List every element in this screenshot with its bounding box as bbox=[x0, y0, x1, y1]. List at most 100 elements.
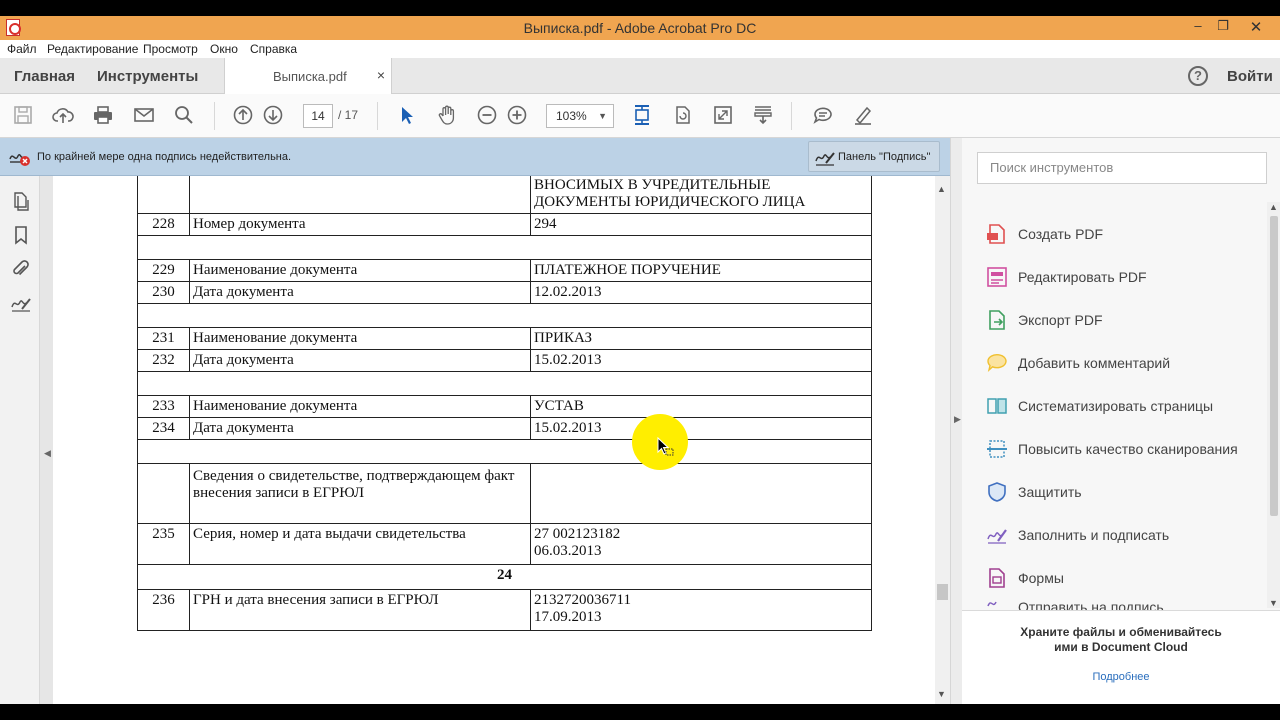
tool-add-comment[interactable]: Добавить комментарий bbox=[986, 348, 1256, 378]
certificate-number: 27 002123182 bbox=[534, 526, 621, 542]
search-icon[interactable] bbox=[173, 104, 195, 126]
menu-edit[interactable]: Редактирование bbox=[47, 42, 138, 56]
zoom-select[interactable]: 103% ▼ bbox=[546, 104, 614, 128]
tool-organize-pages[interactable]: Систематизировать страницы bbox=[986, 391, 1256, 421]
table-row: 232 Дата документа 15.02.2013 bbox=[137, 349, 872, 372]
minimize-icon[interactable]: – bbox=[1186, 18, 1210, 33]
scroll-down-icon[interactable]: ▼ bbox=[937, 689, 946, 699]
menu-help[interactable]: Справка bbox=[250, 42, 297, 56]
attachment-icon[interactable] bbox=[10, 258, 32, 280]
signature-icon[interactable] bbox=[10, 292, 32, 314]
rotate-view-icon[interactable] bbox=[672, 104, 694, 126]
next-page-icon[interactable] bbox=[262, 104, 284, 126]
shield-icon bbox=[986, 481, 1008, 503]
pdf-page[interactable]: ВНОСИМЫХ В УЧРЕДИТЕЛЬНЫЕ ДОКУМЕНТЫ ЮРИДИ… bbox=[53, 176, 935, 704]
cloud-promo-text: Храните файлы и обменивайтесь ими в Docu… bbox=[1020, 625, 1222, 654]
tool-label: Создать PDF bbox=[1018, 226, 1104, 242]
comment-icon[interactable] bbox=[812, 104, 834, 126]
right-panel-toggle[interactable]: ▶ bbox=[950, 138, 962, 704]
scroll-down-icon[interactable]: ▼ bbox=[1269, 598, 1278, 608]
email-icon[interactable] bbox=[133, 104, 155, 126]
previous-page-icon[interactable] bbox=[232, 104, 254, 126]
row-name: ГРН и дата внесения записи в ЕГРЮЛ bbox=[189, 589, 531, 631]
help-icon[interactable]: ? bbox=[1188, 66, 1208, 86]
tool-label: Редактировать PDF bbox=[1018, 269, 1147, 285]
scrollbar-thumb[interactable] bbox=[937, 584, 948, 600]
tool-forms[interactable]: Формы bbox=[986, 563, 1256, 593]
create-pdf-icon bbox=[986, 223, 1008, 245]
tools-search-input[interactable]: Поиск инструментов bbox=[977, 152, 1267, 184]
empty-cell bbox=[137, 235, 872, 260]
restore-icon[interactable]: ❐ bbox=[1211, 18, 1235, 34]
tools-scrollbar[interactable]: ▲ ▼ bbox=[1267, 202, 1280, 608]
print-icon[interactable] bbox=[92, 104, 114, 126]
bookmark-icon[interactable] bbox=[10, 224, 32, 246]
fit-page-icon[interactable] bbox=[631, 104, 653, 126]
tool-protect[interactable]: Защитить bbox=[986, 477, 1256, 507]
scroll-up-icon[interactable]: ▲ bbox=[1269, 202, 1278, 212]
empty-cell bbox=[137, 303, 872, 328]
row-name: Дата документа bbox=[189, 417, 531, 440]
tab-document[interactable]: Выписка.pdf × bbox=[224, 58, 392, 94]
tab-home[interactable]: Главная bbox=[14, 68, 75, 85]
row-name: Сведения о свидетельстве, подтверждающем… bbox=[189, 463, 531, 524]
fill-sign-icon bbox=[986, 524, 1008, 546]
tab-close-icon[interactable]: × bbox=[377, 67, 385, 83]
row-value: 15.02.2013 bbox=[530, 349, 872, 372]
menu-view[interactable]: Просмотр bbox=[143, 42, 198, 56]
menu-file[interactable]: Файл bbox=[7, 42, 37, 56]
tab-document-label: Выписка.pdf bbox=[273, 69, 347, 84]
scroll-up-icon[interactable]: ▲ bbox=[937, 184, 946, 194]
tab-tools[interactable]: Инструменты bbox=[97, 68, 198, 85]
row-name: Дата документа bbox=[189, 349, 531, 372]
enhance-scan-icon bbox=[986, 438, 1008, 460]
chevron-down-icon: ▼ bbox=[598, 111, 607, 121]
tool-fill-sign[interactable]: Заполнить и подписать bbox=[986, 520, 1256, 550]
page-number-input[interactable]: 14 bbox=[303, 104, 333, 128]
export-pdf-icon bbox=[986, 309, 1008, 331]
document-cloud-promo: Храните файлы и обменивайтесь ими в Docu… bbox=[962, 610, 1280, 704]
scrollbar-thumb[interactable] bbox=[1270, 216, 1278, 516]
row-number: 233 bbox=[137, 395, 190, 418]
document-scrollbar[interactable]: ▲ ▼ bbox=[935, 176, 950, 704]
table-row-empty bbox=[137, 371, 872, 396]
tool-export-pdf[interactable]: Экспорт PDF bbox=[986, 305, 1256, 335]
row-number: 234 bbox=[137, 417, 190, 440]
signature-panel-label: Панель "Подпись" bbox=[838, 151, 931, 163]
row-name: Дата документа bbox=[189, 281, 531, 304]
zoom-in-icon[interactable] bbox=[506, 104, 528, 126]
invalid-signature-icon bbox=[8, 147, 32, 172]
comment-icon bbox=[986, 352, 1008, 374]
page-total: / 17 bbox=[338, 108, 359, 122]
tab-bar: Главная Инструменты Выписка.pdf × ? Войт… bbox=[0, 58, 1280, 94]
signature-panel-button[interactable]: Панель "Подпись" bbox=[808, 141, 940, 172]
row-value: 12.02.2013 bbox=[530, 281, 872, 304]
table-row: 230 Дата документа 12.02.2013 bbox=[137, 281, 872, 304]
scroll-mode-icon[interactable] bbox=[752, 104, 774, 126]
table-row: 233 Наименование документа УСТАВ bbox=[137, 395, 872, 418]
learn-more-link[interactable]: Подробнее bbox=[962, 671, 1280, 683]
register-table: ВНОСИМЫХ В УЧРЕДИТЕЛЬНЫЕ ДОКУМЕНТЫ ЮРИДИ… bbox=[137, 176, 872, 631]
tool-enhance-scan[interactable]: Повысить качество сканирования bbox=[986, 434, 1256, 464]
page-thumbnails-icon[interactable] bbox=[10, 190, 32, 212]
row-name: Наименование документа bbox=[189, 395, 531, 418]
highlight-pen-icon[interactable] bbox=[852, 104, 874, 126]
table-row: 229 Наименование документа ПЛАТЕЖНОЕ ПОР… bbox=[137, 259, 872, 282]
tool-create-pdf[interactable]: Создать PDF bbox=[986, 219, 1256, 249]
menu-window[interactable]: Окно bbox=[210, 42, 238, 56]
save-icon[interactable] bbox=[12, 104, 34, 126]
row-value: 2132720036711 17.09.2013 bbox=[530, 589, 872, 631]
cloud-upload-icon[interactable] bbox=[52, 104, 74, 126]
tool-send-signature[interactable]: Отправить на подпись bbox=[986, 600, 1256, 610]
hand-tool-icon[interactable] bbox=[436, 104, 458, 126]
close-icon[interactable]: ✕ bbox=[1244, 18, 1268, 36]
zoom-out-icon[interactable] bbox=[476, 104, 498, 126]
tool-label: Экспорт PDF bbox=[1018, 312, 1103, 328]
tool-edit-pdf[interactable]: Редактировать PDF bbox=[986, 262, 1256, 292]
collapse-left-icon[interactable]: ◀ bbox=[44, 448, 51, 459]
login-button[interactable]: Войти bbox=[1227, 68, 1273, 85]
tool-label: Систематизировать страницы bbox=[1018, 398, 1214, 414]
select-cursor-icon[interactable] bbox=[396, 104, 418, 126]
row-name bbox=[189, 176, 531, 214]
full-screen-icon[interactable] bbox=[712, 104, 734, 126]
